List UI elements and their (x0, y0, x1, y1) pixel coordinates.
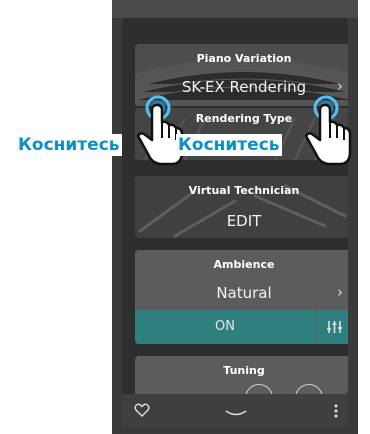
phone-screen: Piano Variation SK-EX Rendering › Render… (112, 0, 358, 434)
more-vertical-icon[interactable] (334, 403, 338, 422)
piano-variation-header: Piano Variation (196, 52, 292, 65)
touch-label-right: Коснитесь (176, 134, 282, 156)
virtual-technician-header: Virtual Technician (188, 184, 300, 197)
ambience-header: Ambience (213, 258, 275, 271)
tuning-plus-button[interactable] (295, 384, 323, 394)
settings-panel: Piano Variation SK-EX Rendering › Render… (122, 18, 348, 394)
status-strip (112, 0, 358, 18)
virtual-technician-edit[interactable]: EDIT (135, 212, 348, 230)
equalizer-icon[interactable] (316, 310, 348, 344)
virtual-technician-card[interactable]: Virtual Technician EDIT (135, 176, 348, 238)
ambience-value[interactable]: Natural (135, 284, 348, 302)
tuning-header: Tuning (223, 364, 265, 377)
chevron-down-icon[interactable] (225, 404, 247, 423)
chevron-right-icon[interactable]: › (337, 283, 343, 301)
chevron-right-icon[interactable]: › (337, 77, 343, 95)
bottom-bar (122, 394, 348, 428)
ambience-card: Ambience Natural › ON (135, 250, 348, 344)
tuning-minus-button[interactable] (245, 384, 273, 394)
heart-icon[interactable] (134, 402, 150, 421)
touch-label-left: Коснитесь (16, 134, 122, 156)
ambience-toggle-label: ON (215, 319, 235, 334)
tap-hand-icon (136, 95, 184, 166)
tap-hand-icon (304, 95, 352, 166)
tuning-card: Tuning (135, 356, 348, 394)
ambience-toggle[interactable]: ON (135, 310, 315, 344)
